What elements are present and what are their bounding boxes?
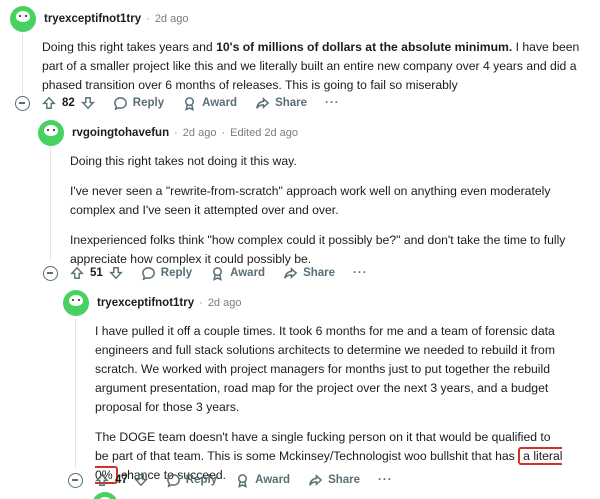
comment-3: tryexceptifnot1try · 2d ago I have pulle… xyxy=(63,290,593,496)
avatar[interactable] xyxy=(38,120,64,146)
award-icon xyxy=(213,266,223,281)
comment-3-actions: 47 Reply Award Share ··· xyxy=(68,470,393,490)
edited-label: Edited 2d ago xyxy=(230,127,299,139)
collapse-thread-icon[interactable] xyxy=(68,472,83,488)
award-button[interactable]: Award xyxy=(182,96,237,111)
collapse-thread-icon[interactable] xyxy=(43,265,58,281)
comment-body: Doing this right takes years and 10's of… xyxy=(42,40,580,92)
comment-icon xyxy=(166,473,180,487)
separator-dot: · xyxy=(146,13,150,25)
comment-meta: tryexceptifnot1try · 2d ago xyxy=(63,290,593,316)
username[interactable]: rvgoingtohavefun xyxy=(72,127,169,139)
comment-body: I have pulled it off a couple times. It … xyxy=(95,322,565,485)
share-button[interactable]: Share xyxy=(283,266,335,281)
collapse-thread-icon[interactable] xyxy=(15,95,30,111)
more-options-icon[interactable]: ··· xyxy=(353,267,368,279)
upvote-icon[interactable] xyxy=(42,96,56,110)
separator-dot: · xyxy=(199,297,203,309)
timestamp: 2d ago xyxy=(154,13,189,25)
downvote-icon[interactable] xyxy=(80,96,95,110)
paragraph: Doing this right takes not doing it this… xyxy=(70,154,297,168)
award-icon xyxy=(238,473,248,488)
vote-control: 47 xyxy=(95,473,148,487)
comment-icon xyxy=(141,266,155,280)
avatar[interactable] xyxy=(63,290,89,316)
avatar[interactable] xyxy=(10,6,36,32)
paragraph: I've never seen a "rewrite-from-scratch"… xyxy=(70,184,551,217)
downvote-icon[interactable] xyxy=(108,266,123,280)
timestamp: 2d ago xyxy=(207,297,242,309)
comment-meta: rvgoingtohavefun · 2d ago · Edited 2d ag… xyxy=(38,120,593,146)
share-icon xyxy=(256,96,270,109)
share-icon xyxy=(309,473,323,486)
upvote-icon[interactable] xyxy=(70,266,84,280)
comment-2: rvgoingtohavefun · 2d ago · Edited 2d ag… xyxy=(38,120,593,280)
bold-text: 10's of millions of dollars at the absol… xyxy=(216,40,513,54)
reply-button[interactable]: Reply xyxy=(141,266,192,281)
share-icon xyxy=(284,266,298,279)
comment-2-actions: 51 Reply Award Share ··· xyxy=(43,263,368,283)
username[interactable]: tryexceptifnot1try xyxy=(44,13,141,25)
share-button[interactable]: Share xyxy=(308,473,360,488)
award-icon xyxy=(185,96,195,111)
username[interactable]: tryexceptifnot1try xyxy=(97,297,194,309)
downvote-icon[interactable] xyxy=(133,473,148,487)
award-button[interactable]: Award xyxy=(235,473,290,488)
comment-1-actions: 82 Reply Award Share ··· xyxy=(15,93,340,113)
separator-dot: · xyxy=(221,127,226,139)
comment-meta: tryexceptifnot1try · 2d ago xyxy=(10,6,595,32)
comment-icon xyxy=(113,96,127,110)
upvote-icon[interactable] xyxy=(95,473,109,487)
vote-count: 82 xyxy=(62,97,75,109)
separator-dot: · xyxy=(174,127,178,139)
paragraph: I have pulled it off a couple times. It … xyxy=(95,324,555,414)
reply-button[interactable]: Reply xyxy=(166,473,217,488)
award-button[interactable]: Award xyxy=(210,266,265,281)
comment-1: tryexceptifnot1try · 2d ago Doing this r… xyxy=(10,6,595,106)
more-options-icon[interactable]: ··· xyxy=(325,97,340,109)
share-button[interactable]: Share xyxy=(255,96,307,111)
reply-button[interactable]: Reply xyxy=(113,96,164,111)
vote-control: 51 xyxy=(70,266,123,280)
vote-count: 47 xyxy=(115,474,128,486)
comment-body: Doing this right takes not doing it this… xyxy=(70,152,580,269)
vote-control: 82 xyxy=(42,96,95,110)
vote-count: 51 xyxy=(90,267,103,279)
more-options-icon[interactable]: ··· xyxy=(378,474,393,486)
timestamp: 2d ago xyxy=(182,127,217,139)
